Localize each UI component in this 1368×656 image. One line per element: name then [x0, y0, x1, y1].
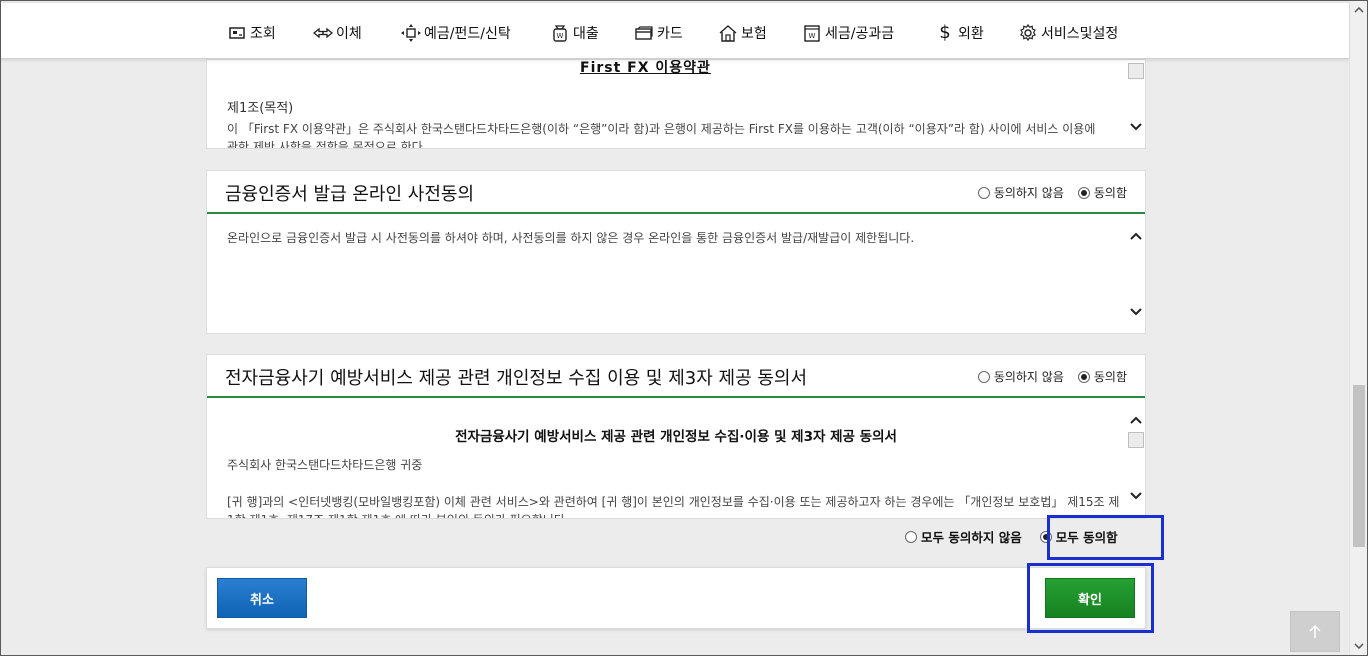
nav-top-line	[1, 1, 1349, 3]
svg-text:W: W	[557, 32, 564, 40]
nav-label: 세금/공과금	[825, 26, 895, 42]
nav-item-deposit-fund-trust[interactable]: 예금/펀드/신탁	[401, 22, 511, 44]
certificate-scroll-up-icon[interactable]	[1129, 229, 1143, 243]
certificate-consent-text: 온라인으로 금융인증서 발급 시 사전동의를 하셔야 하며, 사전동의를 하지 …	[227, 231, 915, 245]
fraud-consent-header: 전자금융사기 예방서비스 제공 관련 개인정보 수집 이용 및 제3자 제공 동…	[207, 355, 1145, 398]
scrollbar-thumb[interactable]	[1353, 385, 1365, 547]
radio-label: 모두 동의하지 않음	[921, 530, 1022, 545]
fraud-doc-addressee: 주식회사 한국스탠다드차타드은행 귀중	[227, 458, 423, 472]
gear-icon	[1018, 24, 1038, 42]
nav-item-transfer[interactable]: 이체	[313, 22, 362, 44]
nav-label: 조회	[250, 26, 276, 42]
terms-scroll-down-icon[interactable]	[1129, 120, 1143, 134]
first-fx-terms-panel: First FX 이용약관 제1조(목적) 이 「First FX 이용약관」은…	[206, 59, 1146, 149]
terms-scroll-thumb[interactable]	[1128, 63, 1144, 79]
nav-item-loan[interactable]: W 대출	[550, 22, 599, 44]
house-icon	[718, 24, 738, 42]
terms-body-text: 이 「First FX 이용약관」은 주식회사 한국스탠다드차타드은행(이하 “…	[227, 122, 1096, 149]
agree-all-highlight	[1047, 515, 1164, 560]
terms-title: First FX 이용약관	[580, 60, 711, 76]
confirm-highlight	[1027, 563, 1154, 633]
nav-label: 외환	[958, 26, 984, 42]
cancel-button[interactable]: 취소	[217, 578, 307, 618]
page-scrollbar[interactable]	[1349, 1, 1367, 655]
nav-item-inquiry[interactable]: 조회	[227, 22, 276, 44]
fraud-scroll-thumb[interactable]	[1128, 432, 1144, 448]
certificate-scroll-down-icon[interactable]	[1129, 305, 1143, 319]
radio-label: 동의함	[1093, 370, 1127, 384]
nav-item-forex[interactable]: $ 외환	[935, 22, 984, 44]
dollar-icon: $	[939, 22, 951, 43]
radio-circle	[977, 370, 990, 383]
fraud-scroll-up-icon[interactable]	[1129, 413, 1143, 427]
fraud-agree-radio[interactable]: 동의함	[1077, 368, 1127, 385]
certificate-consent-options: 동의하지 않음 동의함	[964, 184, 1127, 201]
fraud-disagree-radio[interactable]: 동의하지 않음	[977, 368, 1064, 385]
nav-label: 대출	[573, 26, 599, 42]
certificate-consent-header: 금융인증서 발급 온라인 사전동의 동의하지 않음 동의함	[207, 171, 1145, 214]
top-navigation: 조회 이체 예금/펀드/신탁 W 대출 카드 보험 W 세금/공과금 $ 외환 …	[1, 1, 1349, 59]
radio-label: 동의하지 않음	[993, 186, 1064, 200]
nav-item-tax[interactable]: W 세금/공과금	[802, 22, 894, 44]
certificate-consent-panel: 금융인증서 발급 온라인 사전동의 동의하지 않음 동의함 온라인으로 금융인증…	[206, 170, 1146, 334]
action-bar: 취소 확인	[206, 567, 1146, 629]
transfer-arrows-icon	[313, 24, 333, 42]
nav-label: 보험	[741, 26, 767, 42]
terms-article-heading: 제1조(목적)	[227, 101, 294, 116]
radio-circle	[977, 186, 990, 199]
nav-label: 예금/펀드/신탁	[424, 26, 511, 42]
arrow-up-icon	[1309, 624, 1321, 638]
radio-circle-selected	[1077, 186, 1090, 199]
fraud-doc-title: 전자금융사기 예방서비스 제공 관련 개인정보 수집·이용 및 제3자 제공 동…	[455, 429, 897, 445]
radio-label: 동의하지 않음	[993, 370, 1064, 384]
fraud-consent-title: 전자금융사기 예방서비스 제공 관련 개인정보 수집 이용 및 제3자 제공 동…	[225, 368, 808, 389]
radio-circle-selected	[1077, 370, 1090, 383]
fraud-doc-body: [귀 행]과의 <인터넷뱅킹(모바일뱅킹포함) 이체 관련 서비스>와 관련하여…	[227, 495, 1120, 518]
fraud-prevention-consent-panel: 전자금융사기 예방서비스 제공 관련 개인정보 수집 이용 및 제3자 제공 동…	[206, 354, 1146, 519]
tax-building-icon: W	[802, 24, 822, 42]
scrollbar-up-icon[interactable]	[1350, 1, 1368, 19]
nav-item-card[interactable]: 카드	[634, 22, 683, 44]
inquiry-icon	[227, 24, 247, 42]
scroll-to-top-button[interactable]	[1290, 611, 1340, 652]
svg-text:W: W	[809, 32, 816, 40]
card-icon	[634, 24, 654, 42]
nav-label: 카드	[657, 26, 683, 42]
certificate-consent-title: 금융인증서 발급 온라인 사전동의	[225, 184, 475, 205]
radio-circle	[905, 530, 917, 543]
scrollbar-down-icon[interactable]	[1350, 637, 1368, 655]
certificate-disagree-radio[interactable]: 동의하지 않음	[977, 184, 1064, 201]
nav-item-service-settings[interactable]: 서비스및설정	[1018, 22, 1118, 44]
nav-item-insurance[interactable]: 보험	[718, 22, 767, 44]
nav-label: 이체	[336, 26, 362, 42]
deposit-move-icon	[401, 24, 421, 42]
nav-label: 서비스및설정	[1041, 26, 1119, 42]
fraud-consent-options: 동의하지 않음 동의함	[964, 368, 1127, 385]
fraud-scroll-down-icon[interactable]	[1129, 489, 1143, 503]
loan-bag-icon: W	[550, 24, 570, 42]
certificate-agree-radio[interactable]: 동의함	[1077, 184, 1127, 201]
radio-label: 동의함	[1093, 186, 1127, 200]
disagree-all-radio[interactable]: 모두 동의하지 않음	[905, 527, 1022, 546]
